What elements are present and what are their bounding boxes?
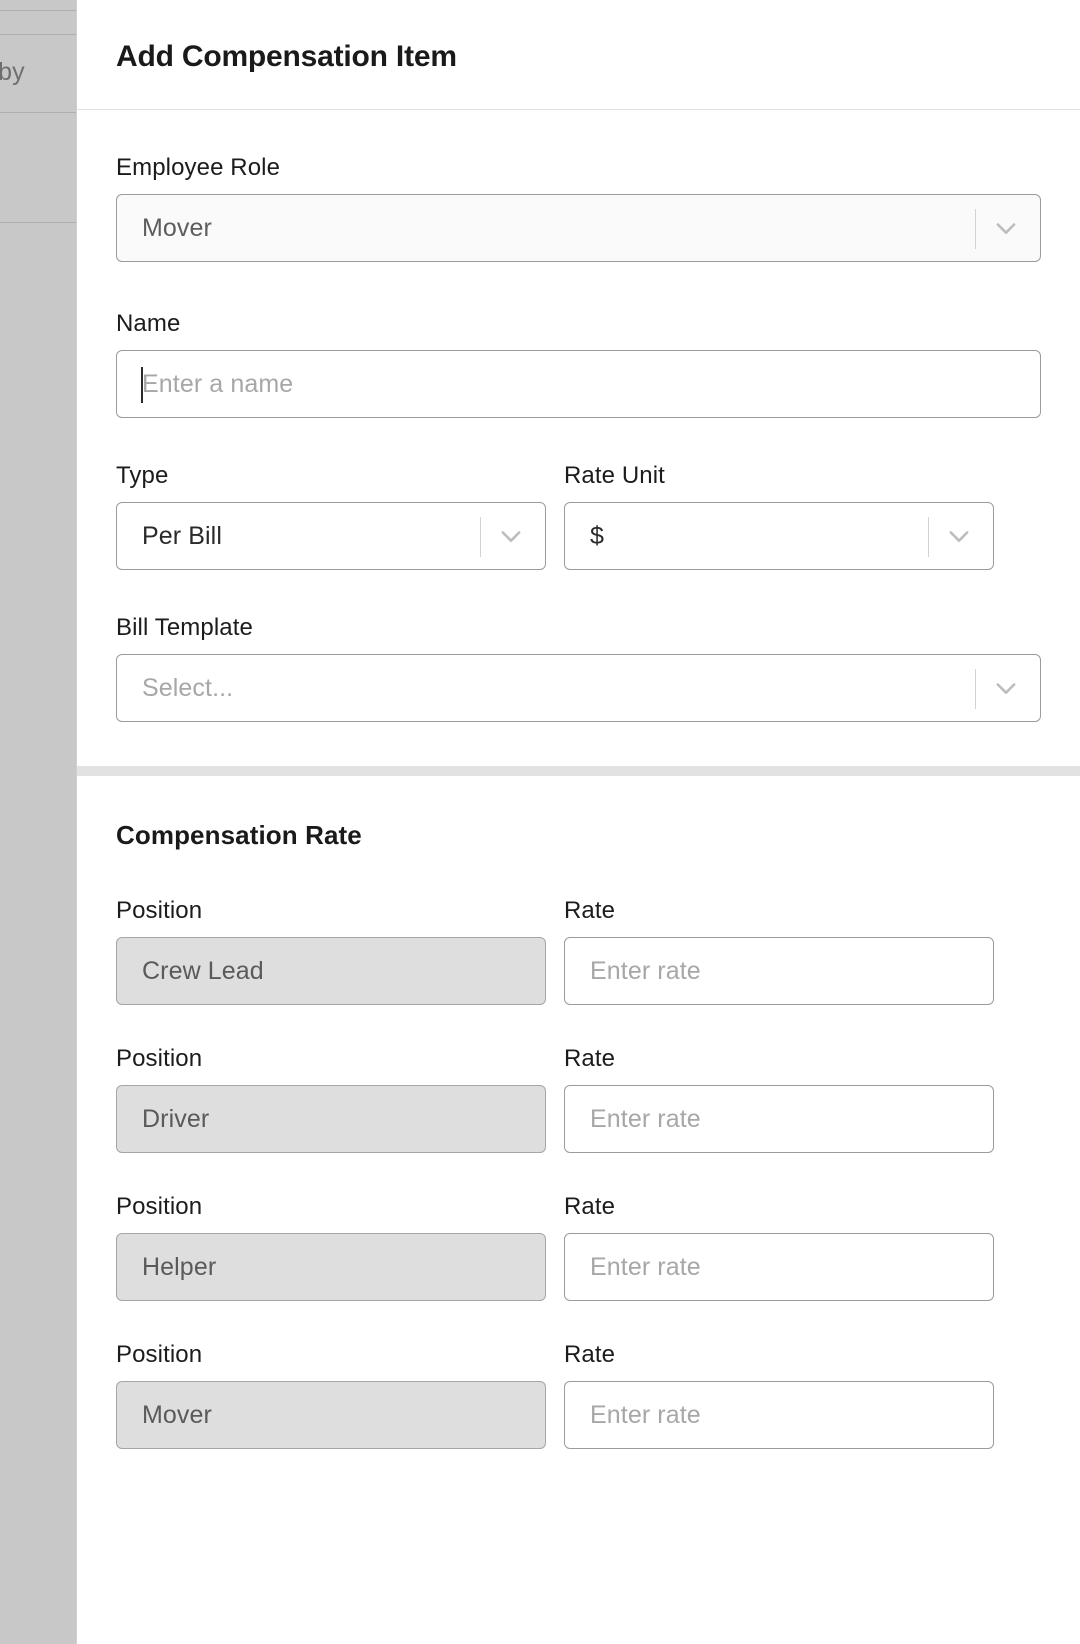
- backdrop-rule: [0, 222, 76, 223]
- rate-input[interactable]: Enter rate: [564, 1085, 994, 1153]
- field-group-position: Position Driver: [116, 1047, 546, 1153]
- employee-role-value: Mover: [142, 213, 212, 242]
- rate-placeholder: Enter rate: [590, 956, 701, 985]
- app-screen: arch by Add Compensation Item Employee R…: [0, 0, 1080, 1644]
- type-label: Type: [116, 462, 169, 489]
- position-value: Driver: [142, 1104, 210, 1133]
- chevron-down-icon: [992, 214, 1020, 242]
- position-value: Mover: [142, 1400, 212, 1429]
- chevron-down-icon: [945, 522, 973, 550]
- field-group-position: Position Mover: [116, 1343, 546, 1449]
- field-group-bill-template: Bill Template Select...: [116, 616, 1041, 722]
- drawer-title: Add Compensation Item: [116, 40, 457, 73]
- position-label: Position: [116, 1193, 203, 1220]
- type-rate-unit-row: Type Per Bill Rate Unit $: [116, 464, 1041, 570]
- position-value: Helper: [142, 1252, 217, 1281]
- rate-input[interactable]: Enter rate: [564, 1381, 994, 1449]
- section-separator: [77, 766, 1080, 776]
- rate-label: Rate: [564, 897, 616, 924]
- compensation-rate-row: Position Mover Rate Enter rate: [116, 1343, 1041, 1449]
- field-group-rate: Rate Enter rate: [564, 899, 994, 1005]
- compensation-rate-row: Position Crew Lead Rate Enter rate: [116, 899, 1041, 1005]
- field-group-type: Type Per Bill: [116, 464, 546, 570]
- compensation-rate-row: Position Helper Rate Enter rate: [116, 1195, 1041, 1301]
- bill-template-placeholder: Select...: [142, 673, 234, 702]
- compensation-rate-row: Position Driver Rate Enter rate: [116, 1047, 1041, 1153]
- backdrop-rule: [0, 34, 76, 35]
- drawer-header: Add Compensation Item: [77, 0, 1080, 110]
- field-group-employee-role: Employee Role Mover: [116, 156, 1041, 262]
- name-input[interactable]: Enter a name: [116, 350, 1041, 418]
- bill-template-label: Bill Template: [116, 614, 253, 641]
- position-input: Crew Lead: [116, 937, 546, 1005]
- position-label: Position: [116, 897, 203, 924]
- type-select[interactable]: Per Bill: [116, 502, 546, 570]
- add-compensation-item-drawer: Add Compensation Item Employee Role Move…: [76, 0, 1080, 1644]
- position-input: Driver: [116, 1085, 546, 1153]
- rate-unit-select[interactable]: $: [564, 502, 994, 570]
- field-group-rate: Rate Enter rate: [564, 1343, 994, 1449]
- compensation-rate-heading: Compensation Rate: [116, 820, 362, 850]
- select-divider: [928, 517, 929, 557]
- background-search-input-fragment: arch by: [0, 58, 25, 86]
- name-placeholder: Enter a name: [142, 369, 294, 398]
- position-value: Crew Lead: [142, 956, 264, 985]
- select-divider: [975, 209, 976, 249]
- rate-input[interactable]: Enter rate: [564, 937, 994, 1005]
- drawer-body: Employee Role Mover Name Enter a name Ty…: [77, 110, 1080, 1449]
- select-divider: [480, 517, 481, 557]
- field-group-rate-unit: Rate Unit $: [564, 464, 994, 570]
- field-group-position: Position Crew Lead: [116, 899, 546, 1005]
- rate-label: Rate: [564, 1193, 616, 1220]
- position-label: Position: [116, 1045, 203, 1072]
- backdrop-rule: [0, 112, 76, 113]
- position-label: Position: [116, 1341, 203, 1368]
- employee-role-select[interactable]: Mover: [116, 194, 1041, 262]
- field-group-position: Position Helper: [116, 1195, 546, 1301]
- rate-input[interactable]: Enter rate: [564, 1233, 994, 1301]
- rate-placeholder: Enter rate: [590, 1252, 701, 1281]
- page-backdrop-scrim: arch by: [0, 0, 76, 1644]
- position-input: Mover: [116, 1381, 546, 1449]
- compensation-item-form: Employee Role Mover Name Enter a name Ty…: [77, 110, 1080, 722]
- rate-placeholder: Enter rate: [590, 1400, 701, 1429]
- text-caret: [141, 367, 143, 403]
- name-label: Name: [116, 310, 181, 337]
- select-divider: [975, 669, 976, 709]
- field-group-rate: Rate Enter rate: [564, 1047, 994, 1153]
- chevron-down-icon: [992, 674, 1020, 702]
- field-group-rate: Rate Enter rate: [564, 1195, 994, 1301]
- bill-template-select[interactable]: Select...: [116, 654, 1041, 722]
- rate-placeholder: Enter rate: [590, 1104, 701, 1133]
- backdrop-rule: [0, 10, 76, 11]
- rate-unit-label: Rate Unit: [564, 462, 665, 489]
- employee-role-label: Employee Role: [116, 154, 281, 181]
- rate-unit-value: $: [590, 521, 605, 550]
- chevron-down-icon: [497, 522, 525, 550]
- field-group-name: Name Enter a name: [116, 312, 1041, 418]
- rate-label: Rate: [564, 1341, 616, 1368]
- position-input: Helper: [116, 1233, 546, 1301]
- type-value: Per Bill: [142, 521, 222, 550]
- compensation-rate-section: Compensation Rate Position Crew Lead Rat…: [77, 776, 1080, 1449]
- rate-label: Rate: [564, 1045, 616, 1072]
